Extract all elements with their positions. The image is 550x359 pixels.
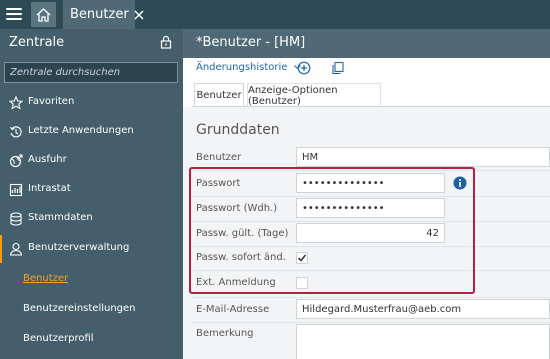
passwort-wdh-label: Passwort (Wdh.) — [196, 203, 278, 214]
sidebar-subitem-benutzereinstellungen[interactable]: Benutzereinstellungen — [0, 298, 183, 322]
sidebar-item-label: Ausfuhr — [28, 154, 67, 165]
sidebar-item-stammdaten[interactable]: Stammdaten — [0, 205, 183, 233]
page-header: *Benutzer - [HM] — [183, 29, 550, 58]
tab-benutzer[interactable]: Benutzer — [63, 0, 144, 29]
email-label: E-Mail-Adresse — [196, 304, 270, 315]
divider — [192, 170, 550, 171]
sidebar-item-label: Favoriten — [28, 96, 75, 107]
sidebar-title: Zentrale — [9, 35, 65, 50]
history-dropdown[interactable]: Änderungshistorie — [196, 62, 301, 73]
close-tab-button[interactable] — [134, 9, 144, 20]
globe-icon — [9, 154, 23, 168]
home-button[interactable] — [31, 2, 56, 27]
passw-gult-input[interactable] — [296, 223, 445, 243]
checkmark-icon — [297, 254, 307, 262]
form-content: Grunddaten Benutzer Passwort Passwort (W… — [183, 107, 550, 359]
passwort-wdh-input[interactable] — [296, 198, 445, 218]
ext-anmeldung-label: Ext. Anmeldung — [196, 277, 276, 288]
copy-icon[interactable] — [331, 61, 345, 75]
top-bar: Benutzer — [0, 0, 550, 29]
tab-label: Benutzer — [70, 7, 129, 22]
history-icon — [10, 126, 22, 138]
lock-icon[interactable] — [160, 35, 172, 49]
benutzer-label: Benutzer — [196, 152, 242, 163]
info-icon[interactable] — [453, 176, 467, 190]
sidebar-subitem-label: Benutzer — [23, 273, 69, 284]
sidebar-subitem-benutzer[interactable]: Benutzer — [0, 268, 183, 292]
add-icon[interactable] — [297, 61, 311, 75]
sidebar-item-ausfuhr[interactable]: Ausfuhr — [0, 147, 183, 175]
section-title: Grunddaten — [196, 122, 280, 138]
divider — [192, 297, 550, 298]
toolbar: Änderungshistorie — [183, 58, 550, 80]
sidebar-item-label: Letzte Anwendungen — [28, 125, 134, 136]
passw-sofort-label: Passw. sofort änd. — [196, 252, 286, 263]
home-icon — [36, 7, 51, 22]
tab-bar: Benutzer Anzeige-Optionen (Benutzer) — [183, 80, 550, 107]
sidebar-item-label: Intrastat — [28, 183, 71, 194]
divider — [192, 322, 550, 323]
sidebar-search-input[interactable] — [4, 62, 178, 83]
sidebar-item-label: Stammdaten — [28, 212, 93, 223]
history-label: Änderungshistorie — [196, 62, 288, 73]
sidebar-item-letzte-anwendungen[interactable]: Letzte Anwendungen — [0, 118, 183, 146]
sidebar-item-label: Benutzerverwaltung — [28, 242, 130, 253]
sidebar-subitem-label: Benutzerprofil — [23, 333, 94, 344]
tab-anzeige-optionen[interactable]: Anzeige-Optionen (Benutzer) — [247, 83, 381, 107]
passwort-label: Passwort — [196, 178, 241, 189]
benutzer-input[interactable] — [296, 147, 550, 167]
divider — [192, 270, 550, 271]
close-icon — [134, 9, 144, 20]
database-icon — [10, 212, 22, 226]
divider — [192, 221, 550, 222]
page-title: *Benutzer - [HM] — [196, 35, 306, 50]
divider — [192, 196, 550, 197]
passw-sofort-checkbox[interactable] — [296, 252, 308, 264]
sidebar-subitem-benutzerprofil[interactable]: Benutzerprofil — [0, 328, 183, 352]
sidebar-item-favoriten[interactable]: Favoriten — [0, 89, 183, 117]
bemerkung-textarea[interactable] — [296, 324, 550, 359]
tab-label: Anzeige-Optionen (Benutzer) — [248, 84, 338, 107]
sidebar-item-intrastat[interactable]: Intrastat — [0, 176, 183, 204]
tab-benutzer-details[interactable]: Benutzer — [194, 83, 244, 107]
divider — [192, 246, 550, 247]
chart-icon — [9, 183, 23, 197]
sidebar: Zentrale Favoriten Letzte Anwendungen Au… — [0, 29, 183, 359]
passw-gult-label: Passw. gült. (Tage) — [196, 228, 289, 239]
user-icon — [9, 242, 23, 256]
bemerkung-label: Bemerkung — [196, 328, 254, 339]
star-icon — [9, 96, 23, 110]
menu-button[interactable] — [4, 4, 24, 24]
sidebar-item-benutzerverwaltung[interactable]: Benutzerverwaltung — [0, 235, 183, 263]
email-input[interactable] — [296, 299, 550, 319]
ext-anmeldung-checkbox[interactable] — [296, 277, 308, 289]
passwort-input[interactable] — [296, 173, 445, 193]
tab-label: Benutzer — [196, 90, 242, 101]
sidebar-subitem-label: Benutzereinstellungen — [23, 303, 136, 314]
